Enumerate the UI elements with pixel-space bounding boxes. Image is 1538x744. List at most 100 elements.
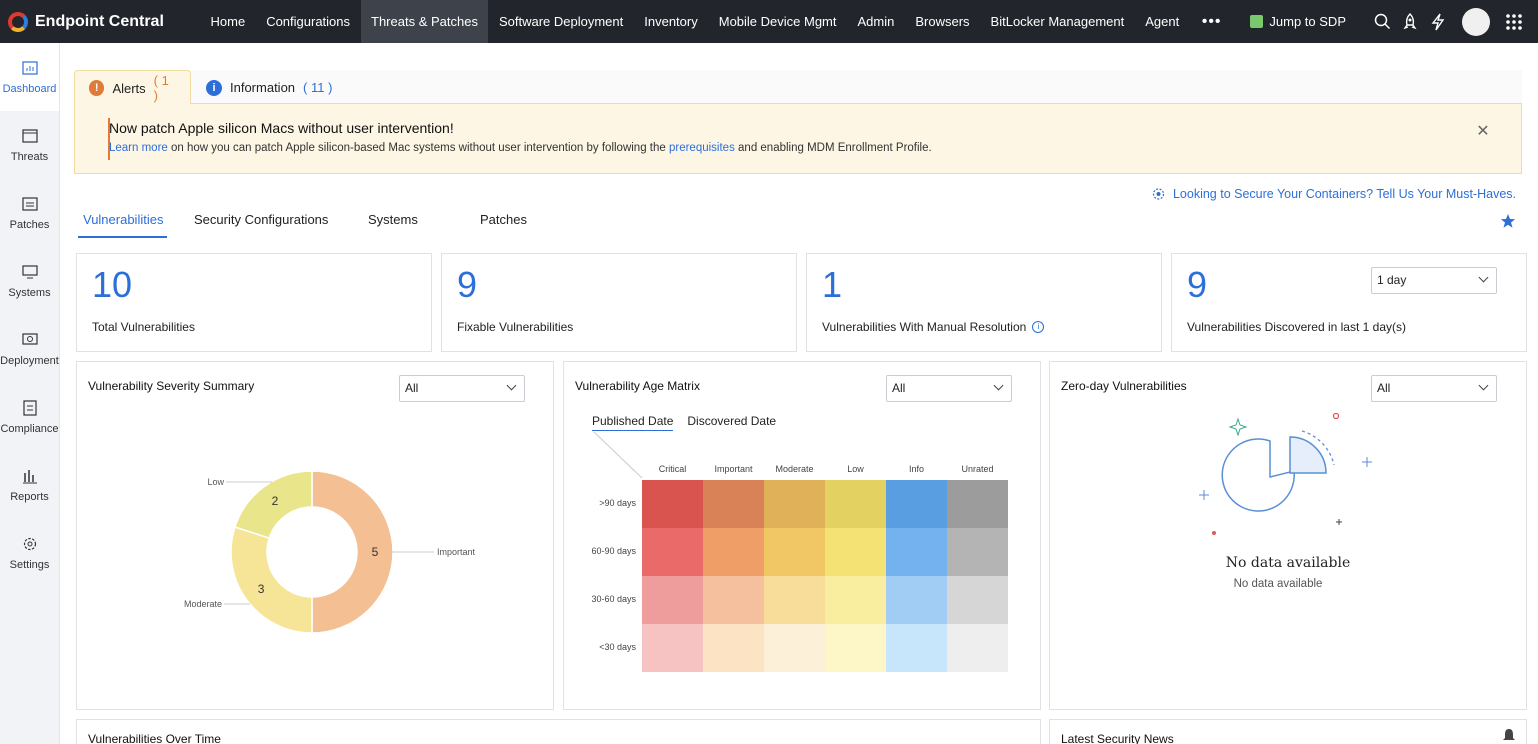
matrix-cell[interactable] xyxy=(947,624,1008,672)
nav-item-threats-patches[interactable]: Threats & Patches xyxy=(360,0,489,43)
container-icon xyxy=(1152,188,1165,200)
nav-item-bitlocker-management[interactable]: BitLocker Management xyxy=(980,0,1135,43)
matrix-cell[interactable] xyxy=(886,480,947,528)
matrix-cell[interactable] xyxy=(642,576,703,624)
matrix-cell[interactable] xyxy=(642,528,703,576)
kpi-label: Fixable Vulnerabilities xyxy=(457,320,574,334)
matrix-cell[interactable] xyxy=(886,624,947,672)
matrix-cell[interactable] xyxy=(703,624,764,672)
sidebar-item-compliance[interactable]: Compliance xyxy=(0,383,59,451)
info-icon[interactable]: i xyxy=(1032,321,1045,333)
nav-item-software-deployment[interactable]: Software Deployment xyxy=(488,0,633,43)
alert-icon: ! xyxy=(89,80,105,96)
bell-icon[interactable] xyxy=(1502,728,1516,744)
nav-item-mobile-device-mgmt[interactable]: Mobile Device Mgmt xyxy=(708,0,847,43)
container-survey-link[interactable]: Looking to Secure Your Containers? Tell … xyxy=(1150,186,1516,202)
reports-icon xyxy=(21,467,39,485)
matrix-cell[interactable] xyxy=(825,528,886,576)
matrix-cell[interactable] xyxy=(825,624,886,672)
age-filter-select[interactable]: All xyxy=(886,375,1012,402)
donut-category-label: Low xyxy=(207,477,224,487)
tab-systems[interactable]: Systems xyxy=(363,212,463,238)
matrix-cell[interactable] xyxy=(886,576,947,624)
alert-title: Now patch Apple silicon Macs without use… xyxy=(109,120,454,136)
matrix-cell[interactable] xyxy=(642,480,703,528)
kpi-total-vulnerabilities[interactable]: 10 Total Vulnerabilities xyxy=(76,253,432,352)
sidebar-item-reports[interactable]: Reports xyxy=(0,451,59,519)
tab-discovered-date[interactable]: Discovered Date xyxy=(687,414,776,431)
nav-item-agent[interactable]: Agent xyxy=(1135,0,1190,43)
app-grid-icon[interactable] xyxy=(1500,0,1528,43)
matrix-cell[interactable] xyxy=(947,576,1008,624)
main-nav: Home Configurations Threats & Patches Softw… xyxy=(200,0,1190,43)
settings-icon xyxy=(21,535,39,553)
matrix-cell[interactable] xyxy=(947,480,1008,528)
brand[interactable]: Endpoint Central xyxy=(0,11,200,32)
tab-vulnerabilities[interactable]: Vulnerabilities xyxy=(78,212,167,238)
kpi-label: Total Vulnerabilities xyxy=(92,320,195,334)
learn-more-link[interactable]: Learn more xyxy=(109,142,168,154)
nav-item-admin[interactable]: Admin xyxy=(847,0,905,43)
matrix-cell[interactable] xyxy=(764,624,825,672)
matrix-cell[interactable] xyxy=(764,480,825,528)
matrix-cell[interactable] xyxy=(764,576,825,624)
lightning-icon[interactable] xyxy=(1424,0,1452,43)
zero-day-filter-select[interactable]: All xyxy=(1371,375,1497,402)
donut-slice-important[interactable] xyxy=(311,470,394,634)
nav-item-inventory[interactable]: Inventory xyxy=(634,0,708,43)
sidebar-item-deployment[interactable]: Deployment xyxy=(0,315,59,383)
sidebar-item-dashboard[interactable]: Dashboard xyxy=(0,43,59,111)
matrix-cell[interactable] xyxy=(764,528,825,576)
alert-text-mid: on how you can patch Apple silicon-based… xyxy=(167,142,669,154)
zero-day-panel: Zero-day Vulnerabilities All No data ava… xyxy=(1049,361,1527,710)
tab-information[interactable]: i Information ( 11 ) xyxy=(192,70,346,105)
tab-published-date[interactable]: Published Date xyxy=(592,414,674,431)
nav-item-browsers[interactable]: Browsers xyxy=(905,0,980,43)
tab-security-configurations[interactable]: Security Configurations xyxy=(189,212,349,238)
matrix-column-header: Info xyxy=(908,464,924,474)
sidebar-item-patches[interactable]: Patches xyxy=(0,179,59,247)
no-data-subtitle: No data available xyxy=(1233,578,1323,590)
close-icon[interactable]: ✕ xyxy=(1475,124,1491,140)
avatar[interactable] xyxy=(1462,7,1490,36)
nav-item-home[interactable]: Home xyxy=(200,0,256,43)
sidebar-item-threats[interactable]: Threats xyxy=(0,111,59,179)
matrix-cell[interactable] xyxy=(886,528,947,576)
donut-value-label: 2 xyxy=(272,494,279,508)
matrix-cell[interactable] xyxy=(825,576,886,624)
jump-to-sdp-link[interactable]: Jump to SDP xyxy=(1250,14,1346,29)
matrix-cell[interactable] xyxy=(825,480,886,528)
sidebar-item-label: Reports xyxy=(10,491,49,503)
nav-item-configurations[interactable]: Configurations xyxy=(256,0,361,43)
matrix-cell[interactable] xyxy=(703,576,764,624)
matrix-cell[interactable] xyxy=(642,624,703,672)
prerequisites-link[interactable]: prerequisites xyxy=(669,142,735,154)
nav-more-icon[interactable]: ••• xyxy=(1190,0,1234,43)
sidebar-item-settings[interactable]: Settings xyxy=(0,519,59,587)
kpi-fixable-vulnerabilities[interactable]: 9 Fixable Vulnerabilities xyxy=(441,253,797,352)
sidebar-item-label: Threats xyxy=(10,151,49,163)
rocket-icon[interactable] xyxy=(1396,0,1424,43)
severity-filter-select[interactable]: All xyxy=(399,375,525,402)
sdp-icon xyxy=(1250,15,1264,28)
matrix-cell[interactable] xyxy=(703,528,764,576)
tab-patches[interactable]: Patches xyxy=(475,212,532,238)
matrix-cell[interactable] xyxy=(703,480,764,528)
chevron-down-icon xyxy=(1478,272,1489,283)
dashboard-icon xyxy=(21,59,39,77)
sidebar-item-label: Patches xyxy=(9,219,50,231)
tab-alerts[interactable]: ! Alerts ( 1 ) xyxy=(74,70,191,105)
threats-icon xyxy=(21,127,39,145)
donut-slice-moderate[interactable] xyxy=(230,526,313,634)
severity-filter-value: All xyxy=(405,381,419,395)
sidebar-item-label: Settings xyxy=(9,559,50,571)
favorite-star-icon[interactable] xyxy=(1500,213,1516,229)
kpi-manual-resolution[interactable]: 1 Vulnerabilities With Manual Resolution… xyxy=(806,253,1162,352)
day-range-select[interactable]: 1 day xyxy=(1371,267,1497,294)
search-icon[interactable] xyxy=(1368,0,1396,43)
tab-alerts-label: Alerts xyxy=(112,80,146,96)
kpi-discovered-recently[interactable]: 9 Vulnerabilities Discovered in last 1 d… xyxy=(1171,253,1527,352)
matrix-cell[interactable] xyxy=(947,528,1008,576)
deployment-icon xyxy=(21,331,39,349)
sidebar-item-systems[interactable]: Systems xyxy=(0,247,59,315)
